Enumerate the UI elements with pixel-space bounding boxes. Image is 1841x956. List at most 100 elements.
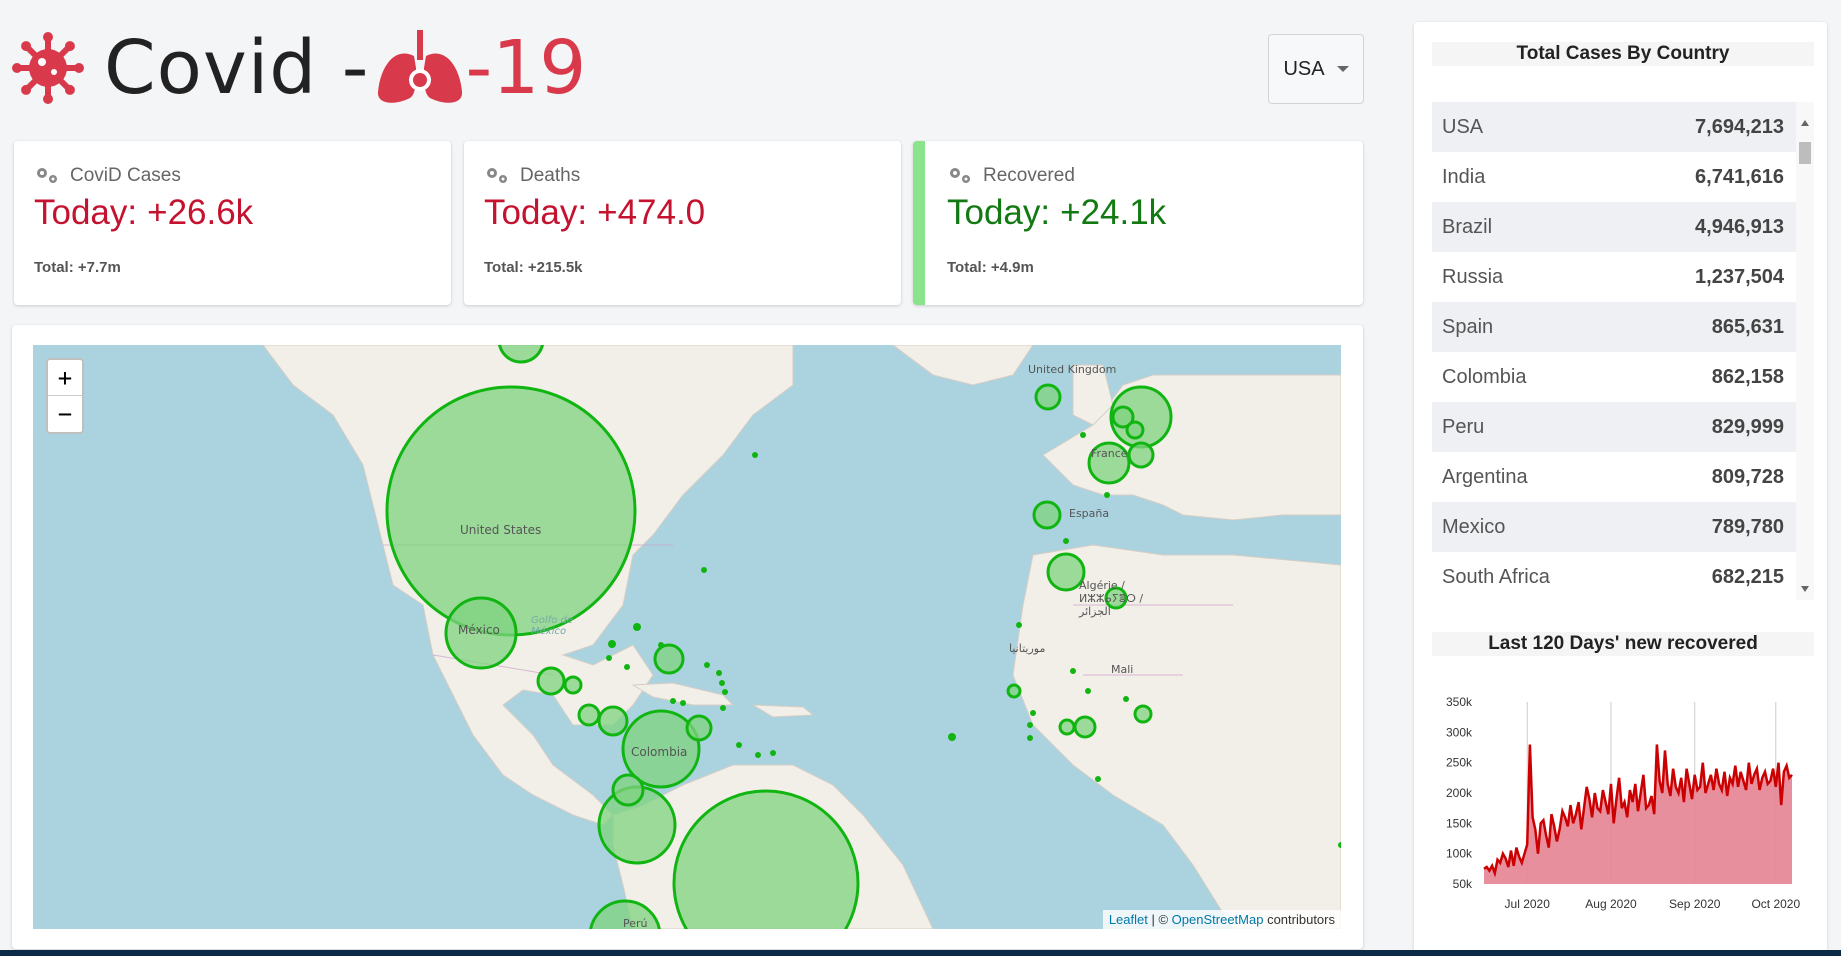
sidebar: Total Cases By Country USA 7,694,213 Indi… <box>1414 22 1827 956</box>
country-name: Spain <box>1442 315 1494 338</box>
cases-today-value: +26.6k <box>147 193 254 232</box>
world-map[interactable]: United States México Golfo de México Col… <box>33 345 1341 929</box>
table-row[interactable]: Brazil 4,946,913 <box>1432 202 1814 252</box>
country-count: 865,631 <box>1711 315 1784 338</box>
chart-title: Last 120 Days' new recovered <box>1432 632 1814 656</box>
table-row[interactable]: USA 7,694,213 <box>1432 102 1814 152</box>
table-row[interactable]: Colombia 862,158 <box>1432 352 1814 402</box>
zoom-out-button[interactable]: − <box>48 396 82 432</box>
attribution-suffix: contributors <box>1263 912 1335 927</box>
x-tick-label: Aug 2020 <box>1585 897 1637 911</box>
attribution-separator: | © <box>1147 912 1172 927</box>
country-count: 7,694,213 <box>1695 115 1784 138</box>
country-name: Russia <box>1442 265 1504 288</box>
scroll-up-icon[interactable] <box>1801 120 1809 126</box>
map-tiles <box>262 345 1341 929</box>
map-label-mali: Mali <box>1111 663 1134 676</box>
recovered-today-value: +24.1k <box>1060 193 1167 232</box>
table-row[interactable]: South Africa 682,215 <box>1432 552 1814 600</box>
page-title-number: -19 <box>465 25 587 111</box>
deaths-card[interactable]: Deaths Today: +474.0 Total: +215.5k <box>464 141 901 305</box>
country-name: India <box>1442 165 1486 188</box>
map-label-uk: United Kingdom <box>1028 363 1117 376</box>
map-label-golfo: Golfo de México <box>531 615 573 637</box>
country-name: South Africa <box>1442 565 1550 588</box>
deaths-today-label: Today: <box>484 193 588 232</box>
country-count: 789,780 <box>1711 515 1784 538</box>
map-label-us: United States <box>460 523 542 537</box>
map-label-mauritania: موريتانيا <box>1009 642 1046 655</box>
app-header: Covid - -19 <box>12 28 586 108</box>
country-count: 6,741,616 <box>1695 165 1784 188</box>
scroll-down-icon[interactable] <box>1801 586 1809 592</box>
map-label-colombia: Colombia <box>631 745 688 759</box>
y-tick-label: 100k <box>1446 847 1473 861</box>
virus-icon <box>12 32 84 104</box>
country-count: 682,215 <box>1711 565 1784 588</box>
country-cases-table[interactable]: USA 7,694,213 India 6,741,616 Brazil 4,946,… <box>1432 102 1814 600</box>
recovered-today-label: Today: <box>947 193 1051 232</box>
table-scrollbar[interactable] <box>1796 102 1814 600</box>
osm-link[interactable]: OpenStreetMap <box>1172 912 1264 927</box>
x-tick-label: Oct 2020 <box>1751 897 1800 911</box>
table-title: Total Cases By Country <box>1432 42 1814 66</box>
country-count: 1,237,504 <box>1695 265 1784 288</box>
y-tick-label: 350k <box>1446 695 1473 709</box>
recovered-chart-svg: 350k 300k 250k 200k 150k 100k 50k Jul 2020 Aug 2… <box>1446 695 1800 911</box>
table-row[interactable]: Russia 1,237,504 <box>1432 252 1814 302</box>
cases-total: Total: +7.7m <box>34 259 121 276</box>
country-name: Mexico <box>1442 515 1506 538</box>
table-row[interactable]: Mexico 789,780 <box>1432 502 1814 552</box>
recovered-card[interactable]: Recovered Today: +24.1k Total: +4.9m <box>913 141 1363 305</box>
map-label-spain: España <box>1069 507 1110 520</box>
gears-icon <box>484 166 520 186</box>
y-tick-label: 200k <box>1446 786 1473 800</box>
map-label-mexico: México <box>458 623 500 637</box>
gears-icon <box>947 166 983 186</box>
map-label-algeria: Algérie / ⵍⵣⵣⴰⵢⴻⵔ / الجزائر <box>1079 579 1144 618</box>
map-attribution: Leaflet | © OpenStreetMap contributors <box>1102 910 1341 929</box>
taskbar <box>0 950 1841 956</box>
scroll-thumb[interactable] <box>1799 142 1811 164</box>
country-name: Brazil <box>1442 215 1493 238</box>
table-row[interactable]: Argentina 809,728 <box>1432 452 1814 502</box>
country-count: 862,158 <box>1711 365 1784 388</box>
lungs-icon <box>370 28 466 108</box>
country-count: 829,999 <box>1711 415 1784 438</box>
recovered-chart: 350k 300k 250k 200k 150k 100k 50k Jul 2020 Aug 2… <box>1432 672 1814 940</box>
country-select[interactable]: USA <box>1268 34 1364 104</box>
country-name: USA <box>1442 115 1484 138</box>
y-tick-label: 50k <box>1453 877 1473 891</box>
recovered-total: Total: +4.9m <box>947 259 1034 276</box>
country-select-value: USA <box>1283 57 1325 80</box>
country-count: 4,946,913 <box>1695 215 1784 238</box>
y-tick-label: 250k <box>1446 756 1473 770</box>
country-name: Colombia <box>1442 365 1527 388</box>
y-tick-label: 300k <box>1446 725 1473 739</box>
zoom-control: + − <box>46 358 84 434</box>
map-label-france: France <box>1091 447 1128 460</box>
country-count: 809,728 <box>1711 465 1784 488</box>
country-name: Peru <box>1442 415 1485 438</box>
cases-today-label: Today: <box>34 193 138 232</box>
table-row[interactable]: India 6,741,616 <box>1432 152 1814 202</box>
table-row[interactable]: Spain 865,631 <box>1432 302 1814 352</box>
cases-card[interactable]: CoviD Cases Today: +26.6k Total: +7.7m <box>14 141 451 305</box>
page-title: Covid - <box>104 25 370 111</box>
map-card: United States México Golfo de México Col… <box>12 325 1363 949</box>
country-name: Argentina <box>1442 465 1528 488</box>
cases-label: CoviD Cases <box>70 165 181 186</box>
y-tick-label: 150k <box>1446 816 1473 830</box>
deaths-today-value: +474.0 <box>597 193 706 232</box>
table-row[interactable]: Peru 829,999 <box>1432 402 1814 452</box>
zoom-in-button[interactable]: + <box>48 360 82 396</box>
map-label-peru: Perú <box>623 917 648 929</box>
x-tick-label: Jul 2020 <box>1505 897 1551 911</box>
deaths-total: Total: +215.5k <box>484 259 583 276</box>
deaths-label: Deaths <box>520 165 581 186</box>
leaflet-link[interactable]: Leaflet <box>1109 912 1148 927</box>
recovered-label: Recovered <box>983 165 1075 186</box>
caret-down-icon <box>1336 66 1349 72</box>
gears-icon <box>34 166 70 186</box>
x-tick-label: Sep 2020 <box>1669 897 1721 911</box>
